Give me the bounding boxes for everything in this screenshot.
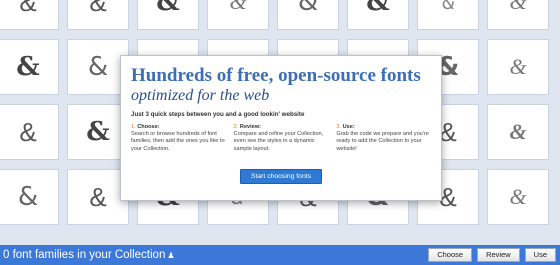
review-button[interactable]: Review — [477, 248, 520, 262]
step-text: Search or browse hundreds of font famili… — [131, 131, 225, 152]
start-choosing-fonts-button[interactable]: Start choosing fonts — [239, 168, 323, 184]
intro-dialog: Hundreds of free, open-source fonts opti… — [120, 55, 442, 201]
step-choose: 1. Choose: Search or browse hundreds of … — [131, 124, 226, 153]
ampersand-tile: & — [0, 104, 59, 160]
cta-wrapper: Start choosing fonts — [131, 165, 431, 184]
intro-headline: Hundreds of free, open-source fonts — [131, 65, 421, 86]
ampersand-tile: & — [207, 0, 269, 30]
use-button[interactable]: Use — [524, 248, 556, 262]
intro-subheadline: optimized for the web — [131, 87, 270, 104]
step-review: 2. Review: Compare and refine your Colle… — [234, 124, 329, 153]
step-title: Review: — [239, 124, 262, 130]
ampersand-tile: & — [417, 0, 479, 30]
ampersand-tile: & — [487, 0, 549, 30]
step-use: 3. Use: Grab the code we prepare and you… — [336, 124, 431, 153]
step-text: Grab the code we prepare and you're read… — [336, 131, 429, 152]
step-number: 2. — [233, 124, 239, 130]
step-text: Compare and refine your Collection, even… — [233, 131, 324, 152]
step-number: 3. — [336, 124, 342, 130]
ampersand-tile: & — [137, 0, 199, 30]
ampersand-tile: & — [0, 0, 59, 30]
intro-tagline: Just 3 quick steps between you and a goo… — [131, 111, 305, 118]
ampersand-tile: & — [277, 0, 339, 30]
ampersand-tile: & — [487, 104, 549, 160]
step-number: 1. — [131, 124, 136, 130]
person-icon: ♟ — [167, 250, 175, 260]
step-title: Use: — [342, 124, 355, 130]
ampersand-tile: & — [487, 39, 549, 95]
ampersand-tile: & — [487, 169, 549, 225]
ampersand-tile: & — [0, 39, 59, 95]
collection-bar: 0 font families in your Collection ♟ Cho… — [0, 245, 560, 265]
ampersand-tile: & — [67, 0, 129, 30]
ampersand-tile: & — [347, 0, 409, 30]
steps-list: 1. Choose: Search or browse hundreds of … — [131, 124, 431, 153]
choose-button[interactable]: Choose — [428, 248, 473, 262]
collection-step-buttons: Choose Review Use — [428, 248, 556, 262]
step-title: Choose: — [137, 124, 160, 130]
collection-count: 0 font families in your Collection — [3, 249, 166, 261]
ampersand-tile: & — [0, 169, 59, 225]
